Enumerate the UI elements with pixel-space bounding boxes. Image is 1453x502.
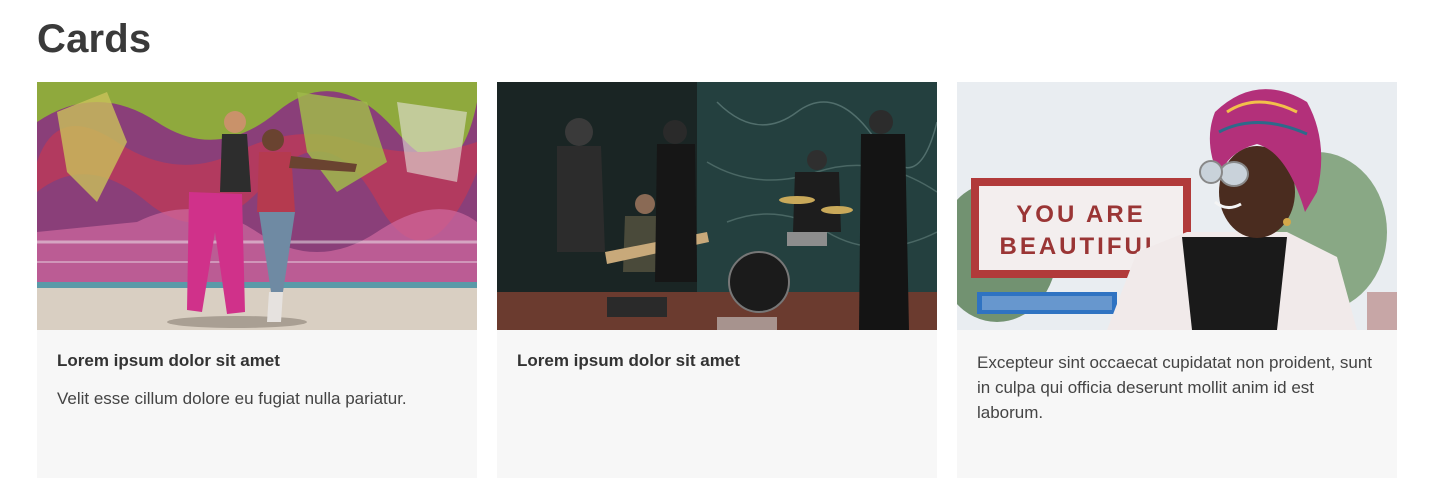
card-image-you-are-beautiful: YOU ARE BEAUTIFUL (957, 82, 1397, 330)
card-title: Lorem ipsum dolor sit amet (517, 351, 740, 370)
card-title: Lorem ipsum dolor sit amet (57, 351, 280, 370)
card-text: Excepteur sint occaecat cupidatat non pr… (977, 353, 1373, 422)
page-title: Cards (37, 17, 152, 61)
card-body: Excepteur sint occaecat cupidatat non pr… (957, 330, 1397, 425)
card-image-street-band (497, 82, 937, 330)
card-text: Velit esse cillum dolore eu fugiat nulla… (57, 389, 407, 408)
card: YOU ARE BEAUTIFUL Excepteur sint occaeca… (957, 82, 1397, 478)
card: Lorem ipsum dolor sit amet (497, 82, 937, 478)
card: Lorem ipsum dolor sit amet Velit esse ci… (37, 82, 477, 478)
page: Cards Lorem ipsum dolor sit amet Velit e… (0, 0, 1453, 502)
card-list: Lorem ipsum dolor sit amet Velit esse ci… (37, 82, 1397, 478)
card-body: Lorem ipsum dolor sit amet (497, 330, 937, 386)
card-body: Lorem ipsum dolor sit amet Velit esse ci… (37, 330, 477, 411)
sign-text-line1: YOU ARE (1016, 201, 1145, 228)
card-image-graffiti-dancers (37, 82, 477, 330)
